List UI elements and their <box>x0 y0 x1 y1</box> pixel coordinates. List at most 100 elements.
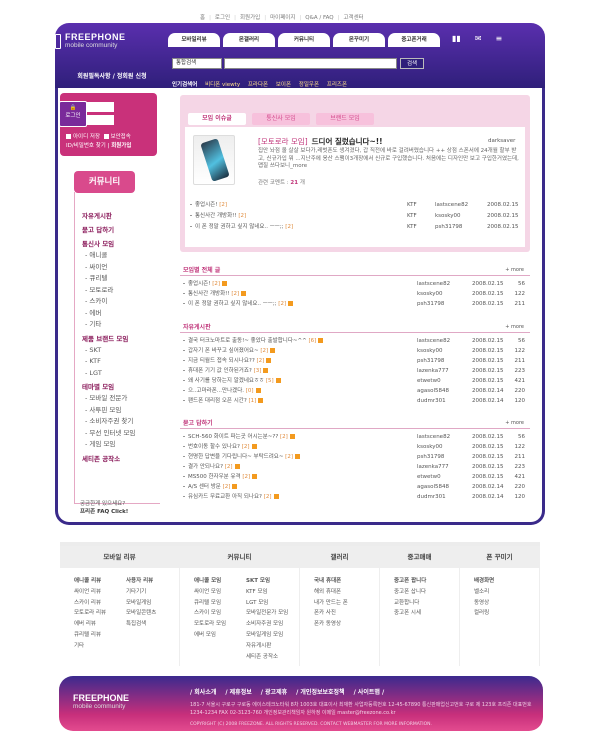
sitemap-link[interactable]: 사용자 리뷰 <box>126 576 156 587</box>
table-row[interactable]: 왜 사기를 당하는지 알겠네요ㅎㅎ [5] etwetw0 2008.02.15 42… <box>180 376 530 386</box>
logo[interactable]: FREEPHONE mobile community <box>55 32 126 49</box>
popular-keyword[interactable]: 프라다폰 <box>248 80 268 88</box>
sitemap-link[interactable]: 컬러링 <box>474 608 494 619</box>
section-title[interactable]: 모임별 전체 글 <box>183 265 220 274</box>
sitemap-link[interactable]: 벨소리 <box>474 587 494 598</box>
sitemap-heading[interactable]: 갤러리 <box>300 546 379 568</box>
list-item[interactable]: 이 폰 정말 권하고 싶지 않네요.. ㅡㅡ;; [2] KTF psh31798 2… <box>187 222 519 232</box>
sitemap-link[interactable]: 에버 리뷰 <box>74 619 106 630</box>
popular-keyword[interactable]: 정일우폰 <box>299 80 319 88</box>
table-row[interactable]: 결가 안되나요? [2] lazenka777 2008.02.15 223 <box>180 462 530 472</box>
sitemap-link[interactable]: 기타 <box>74 641 106 652</box>
more-link[interactable]: + more <box>505 267 524 273</box>
topnav-link[interactable]: 홈 <box>200 13 205 21</box>
post-title[interactable]: 결가 안되나요? [2] <box>188 462 240 472</box>
menu-item[interactable]: - 사투핀 모임 <box>82 405 160 417</box>
post-title[interactable]: 현명한 답변을 기다립니다~ 부탁드려요~ [2] <box>188 452 300 462</box>
sitemap-link[interactable]: 모바일전문가 모임 <box>246 608 288 619</box>
more-link[interactable]: + more <box>505 324 524 330</box>
post-title[interactable]: 휴대폰 기기 값 인하된거죠? [3] <box>188 366 269 376</box>
post-title[interactable]: 갑자기 폰 바꾸고 싶어졌어요~ [2] <box>188 346 276 356</box>
menu-item[interactable]: - 스카이 <box>82 296 160 308</box>
menu-heading[interactable]: 세티존 공작소 <box>82 453 160 465</box>
topnav-link[interactable]: 로그인 <box>215 13 230 21</box>
post-title[interactable]: 통신사간 개방화!! [2] <box>188 289 247 299</box>
sitemap-link[interactable]: 특집검색 <box>126 619 156 630</box>
member-notice-link[interactable]: 회원필독사항 / 정회원 신청 <box>62 68 162 86</box>
sitemap-link[interactable]: 소비자주권 모임 <box>246 619 288 630</box>
sitemap-link[interactable]: 큐리텔 리뷰 <box>74 630 106 641</box>
sitemap-link[interactable]: LGT 모임 <box>246 598 288 609</box>
login-button[interactable]: 🔒 로그인 <box>59 101 87 127</box>
sitemap-heading[interactable]: 중고매매 <box>380 546 459 568</box>
sitemap-link[interactable]: 내가 만드는 폰 <box>314 598 348 609</box>
menu-item[interactable]: - 에버 <box>82 308 160 320</box>
menu-heading[interactable]: 묻고 답하기 <box>82 224 160 236</box>
tab-brand[interactable]: 브랜드 모임 <box>316 113 374 125</box>
tab-carrier[interactable]: 통신사 모임 <box>252 113 310 125</box>
topnav-link[interactable]: 고객센터 <box>344 13 364 21</box>
post-title[interactable]: 팬드폰 대리점 오픈 시간? [1] <box>188 396 264 406</box>
table-row[interactable]: A/S 센터 방문 [2] agasol5848 2008.02.14 220 <box>180 482 530 492</box>
post-title[interactable]: 번호이동 할수 있나요? [2] <box>188 442 257 452</box>
nav-tab[interactable]: 몬꾸미기 <box>333 33 385 47</box>
table-row[interactable]: 지금 티월드 접속 되시나요?? [2] psh31798 2008.02.15 21… <box>180 356 530 366</box>
list-item[interactable]: 통신사간 개방화!! [2] KTF ksosky00 2008.02.15 <box>187 211 519 221</box>
search-button[interactable]: 검색 <box>400 58 424 69</box>
sitemap-link[interactable]: 중고폰 삽니다 <box>394 587 426 598</box>
post-title[interactable]: A/S 센터 방문 [2] <box>188 482 238 492</box>
post-title[interactable]: 왜 사기를 당하는지 알겠네요ㅎㅎ [5] <box>188 376 281 386</box>
featured-phone-image[interactable] <box>193 135 235 185</box>
menu-heading[interactable]: 제품 브랜드 모임 <box>82 333 160 345</box>
sitemap-link[interactable]: KTF 모임 <box>246 587 288 598</box>
table-row[interactable]: 이 폰 정말 권하고 싶지 않네요.. ㅡㅡ;; [2] psh31798 2008… <box>180 299 530 309</box>
sitemap-link[interactable]: 모바일콘텐츠 <box>126 608 156 619</box>
nav-tab[interactable]: 커뮤니티 <box>278 33 330 47</box>
section-title[interactable]: 묻고 답하기 <box>183 418 213 427</box>
table-row[interactable]: 좋업시즌! [2] lastscene82 2008.02.15 56 <box>180 279 530 289</box>
sitemap-link[interactable]: SKT 모임 <box>246 576 288 587</box>
menu-item[interactable]: - 소비자주권 찾기 <box>82 416 160 428</box>
sitemap-link[interactable]: 에버 모임 <box>194 630 226 641</box>
table-row[interactable]: 으..고마라폰...만나겠다. [0] agasol5848 2008.02.14 2… <box>180 386 530 396</box>
join-link[interactable]: 회원가입 <box>111 143 131 149</box>
mail-icon[interactable]: ✉ <box>475 34 482 43</box>
sitemap-link[interactable]: 싸이언 모임 <box>194 587 226 598</box>
sitemap-link[interactable]: 국내 휴대폰 <box>314 576 348 587</box>
featured-body[interactable]: 집안 놔점 올 살살 보다가,레벗폰도 생겨겼다, 갑 직전에 바로 걸려버렸습… <box>258 148 520 171</box>
table-row[interactable]: SCH-560 화이트 파는곳 어시는분~?? [2] lastscene82 20… <box>180 432 530 442</box>
post-title[interactable]: SCH-560 화이트 파는곳 어시는분~?? [2] <box>188 432 295 442</box>
footer-logo[interactable]: FREEPHONE mobile community <box>73 693 129 710</box>
table-row[interactable]: 팬드폰 대리점 오픈 시간? [1] dudmr301 2008.02.14 120 <box>180 396 530 406</box>
sitemap-link[interactable]: 스카이 모임 <box>194 608 226 619</box>
menu-item[interactable]: - KTF <box>82 356 160 368</box>
table-row[interactable]: 현명한 답변을 기다립니다~ 부탁드려요~ [2] psh31798 2008.02… <box>180 452 530 462</box>
sitemap-link[interactable]: 교환합니다 <box>394 598 426 609</box>
post-title[interactable]: 통신사간 개방화!! [2] <box>195 211 246 221</box>
secure-checkbox[interactable] <box>103 134 109 139</box>
post-title[interactable]: 지금 티월드 접속 되시나요?? [2] <box>188 356 272 366</box>
tab-issue[interactable]: 모임 이슈글 <box>188 113 246 125</box>
sitemap-link[interactable]: 중고폰 시세 <box>394 608 426 619</box>
sitemap-heading[interactable]: 커뮤니티 <box>180 546 299 568</box>
section-title[interactable]: 자유게시판 <box>183 322 211 331</box>
nav-tab[interactable]: 모바일리뷰 <box>168 33 220 47</box>
sitemap-heading[interactable]: 폰 꾸미기 <box>460 546 539 568</box>
sitemap-link[interactable]: 싸이언 리뷰 <box>74 587 106 598</box>
sitemap-link[interactable]: 폰카 사진 <box>314 608 348 619</box>
list-item[interactable]: 좋업시즌! [2] KTF lastscene82 2008.02.15 <box>187 200 519 210</box>
menu-item[interactable]: - 모바일 전문가 <box>82 393 160 405</box>
menu-item[interactable]: - SKT <box>82 345 160 357</box>
nav-tab[interactable]: 몬갤러리 <box>223 33 275 47</box>
menu-item[interactable]: - 기타 <box>82 319 160 331</box>
popular-keyword[interactable]: 보이폰 <box>276 80 291 88</box>
post-title[interactable]: 좋업시즌! [2] <box>195 200 227 210</box>
sitemap-link[interactable]: 모토로라 모임 <box>194 619 226 630</box>
post-title[interactable]: 이 폰 정말 권하고 싶지 않네요.. ㅡㅡ;; [2] <box>188 299 294 309</box>
more-link[interactable]: + more <box>505 420 524 426</box>
post-title[interactable]: 좋업시즌! [2] <box>188 279 227 289</box>
post-title[interactable]: 이 폰 정말 권하고 싶지 않네요.. ㅡㅡ;; [2] <box>195 222 293 232</box>
sitemap-heading[interactable]: 모바일 리뷰 <box>60 546 179 568</box>
post-title[interactable]: 결국 터크노마트로 출동!~ 좋았다 출발합니다~^^ [6] <box>188 336 324 346</box>
save-id-checkbox[interactable] <box>66 134 71 139</box>
